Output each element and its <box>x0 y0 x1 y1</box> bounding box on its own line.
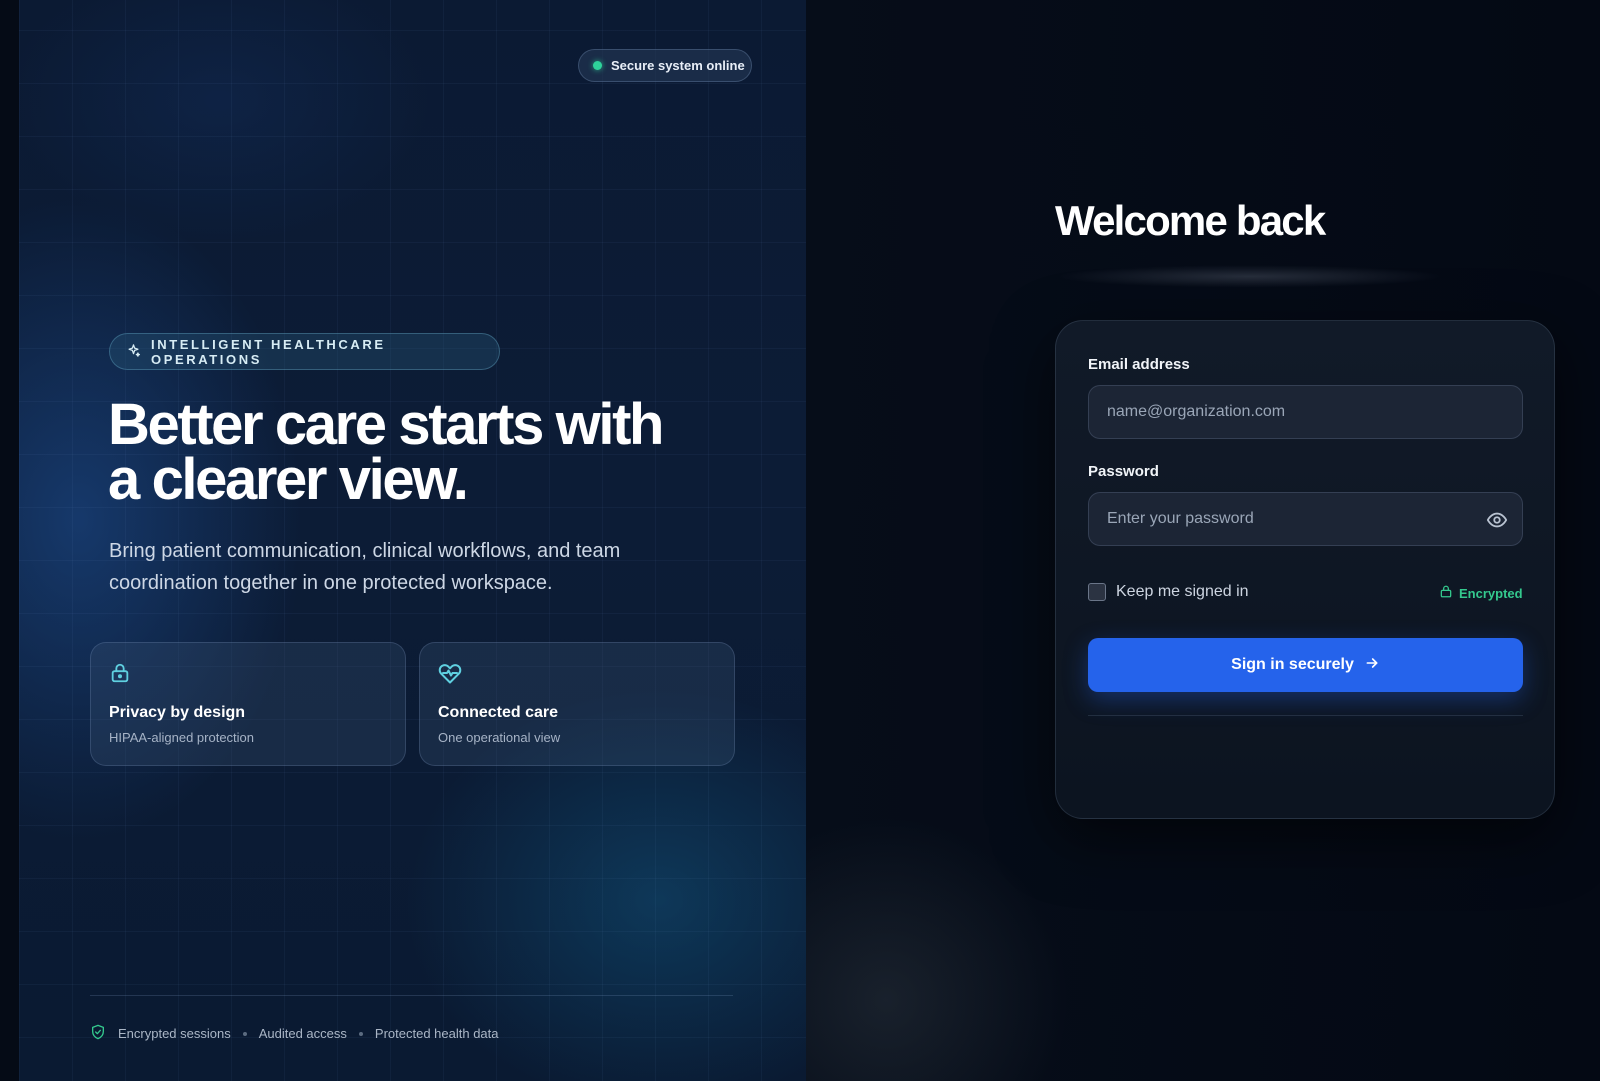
separator-dot <box>358 1031 363 1036</box>
form-divider <box>1088 715 1523 716</box>
window-edge <box>0 0 19 1081</box>
footer-item: Protected health data <box>374 1026 499 1041</box>
footer-item: Encrypted sessions <box>118 1026 231 1041</box>
show-password-icon[interactable] <box>1486 509 1508 531</box>
feature-subtitle: One operational view <box>438 730 561 745</box>
hero-title: Better care starts with a clearer view. <box>108 396 748 509</box>
footer-divider <box>90 995 733 996</box>
feature-subtitle: HIPAA-aligned protection <box>109 730 255 745</box>
shield-check-icon <box>90 1023 106 1044</box>
system-status-badge: Secure system online <box>578 49 752 82</box>
email-field[interactable] <box>1088 385 1523 439</box>
encrypted-badge: Encrypted <box>1439 584 1523 602</box>
hero-subtitle: Bring patient communication, clinical wo… <box>109 540 621 594</box>
status-online-dot <box>593 61 602 70</box>
lock-icon <box>109 661 387 685</box>
login-heading: Welcome back <box>1055 197 1326 244</box>
heading-glow <box>1010 262 1490 298</box>
hero-title-line-2: a clearer view. <box>108 447 469 512</box>
footer-item: Audited access <box>258 1026 347 1041</box>
password-label: Password <box>1088 463 1159 480</box>
feature-card-connected: Connected care One operational view <box>419 642 735 766</box>
hero-tag-label: INTELLIGENT HEALTHCARE OPERATIONS <box>151 336 386 367</box>
feature-title: Privacy by design <box>109 704 246 721</box>
remember-me-label: Keep me signed in <box>1116 583 1249 600</box>
hero-panel: Secure system online INTELLIGENT HEALTHC… <box>19 0 806 1081</box>
feature-card-privacy: Privacy by design HIPAA-aligned protecti… <box>90 642 406 766</box>
separator-dot <box>242 1031 247 1036</box>
hero-tag: INTELLIGENT HEALTHCARE OPERATIONS <box>109 333 500 370</box>
checkbox-box[interactable] <box>1088 583 1106 601</box>
remember-me-checkbox[interactable]: Keep me signed in <box>1088 583 1249 601</box>
password-field[interactable] <box>1088 492 1523 546</box>
heart-pulse-icon <box>438 661 716 685</box>
feature-title: Connected care <box>438 704 559 721</box>
sign-in-label: Sign in securely <box>1231 656 1354 673</box>
lock-icon <box>1439 584 1453 602</box>
sparkle-icon <box>126 343 141 361</box>
login-form: Email address Password Keep me signed in… <box>1055 320 1555 819</box>
sign-in-button[interactable]: Sign in securely <box>1088 638 1523 692</box>
arrow-right-icon <box>1364 655 1380 676</box>
status-label: Secure system online <box>611 58 745 73</box>
email-label: Email address <box>1088 356 1190 373</box>
security-footer: Encrypted sessions Audited access Protec… <box>90 1023 499 1044</box>
encrypted-label: Encrypted <box>1459 585 1523 601</box>
